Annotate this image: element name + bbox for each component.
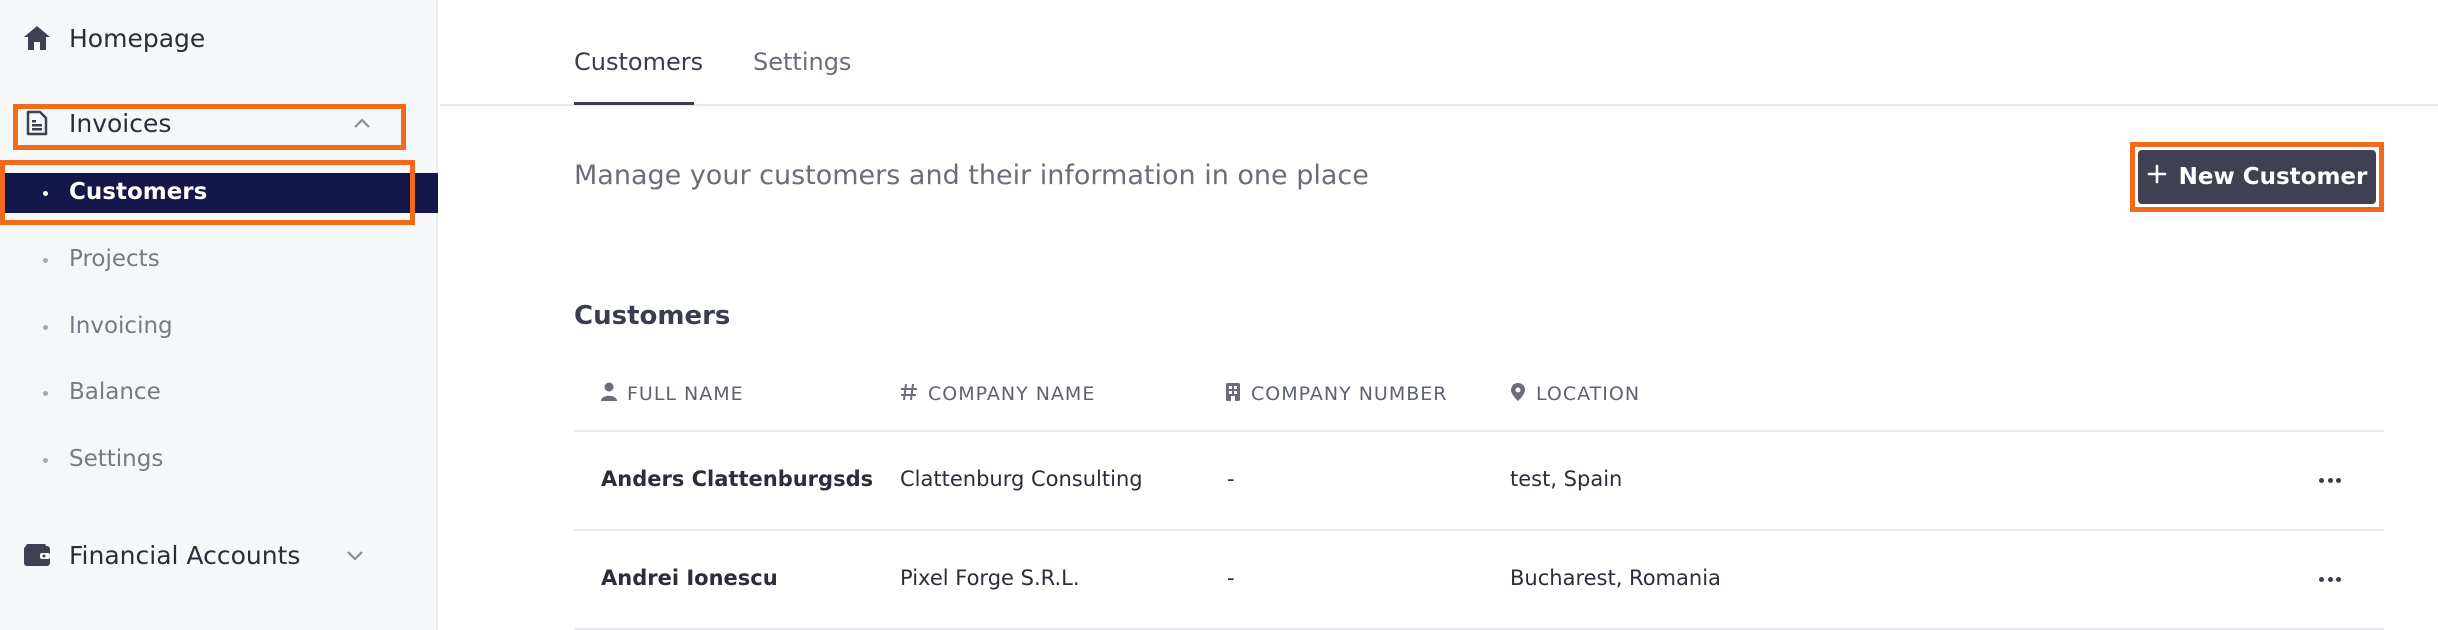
sidebar-item-label: Invoicing — [69, 313, 173, 339]
location-pin-icon — [1510, 382, 1526, 407]
table-header-divider — [574, 430, 2384, 432]
main-content: Customers Settings Manage your customers… — [440, 0, 2438, 630]
sidebar-item-customers[interactable]: Customers — [0, 173, 438, 213]
bullet-icon — [43, 191, 48, 196]
cell-location: test, Spain — [1510, 467, 1623, 491]
column-header-label: COMPANY NAME — [928, 383, 1096, 405]
column-header-location[interactable]: LOCATION — [1510, 380, 1640, 408]
sidebar-item-settings[interactable]: Settings — [0, 440, 438, 480]
more-options-icon[interactable] — [2319, 475, 2341, 485]
bullet-icon — [43, 458, 48, 463]
section-title: Customers — [574, 301, 731, 331]
new-customer-button[interactable]: New Customer — [2138, 150, 2376, 204]
sidebar-item-label: Invoices — [69, 108, 172, 138]
tab-customers[interactable]: Customers — [574, 48, 703, 76]
active-tab-indicator — [574, 102, 694, 105]
column-header-label: LOCATION — [1536, 383, 1641, 405]
tabs-divider — [440, 104, 2438, 106]
sidebar-item-label: Customers — [69, 179, 208, 205]
column-header-label: FULL NAME — [627, 383, 744, 405]
bullet-icon — [43, 325, 48, 330]
sidebar-item-label: Financial Accounts — [69, 540, 301, 570]
sidebar-item-invoicing[interactable]: Invoicing — [0, 307, 438, 347]
cell-location: Bucharest, Romania — [1510, 566, 1721, 590]
bullet-icon — [43, 391, 48, 396]
app-window: Homepage Invoices Customers Projects Inv… — [0, 0, 2438, 630]
sidebar-item-invoices[interactable]: Invoices — [0, 103, 438, 143]
page-subtitle: Manage your customers and their informat… — [574, 160, 1369, 191]
cell-full-name: Anders Clattenburgsds — [601, 467, 874, 491]
cell-company-number: - — [1227, 566, 1235, 590]
sidebar-item-homepage[interactable]: Homepage — [0, 18, 438, 58]
building-icon — [1225, 382, 1241, 407]
wallet-icon — [22, 540, 52, 570]
bullet-icon — [43, 258, 48, 263]
column-header-company-name[interactable]: COMPANY NAME — [900, 380, 1095, 408]
person-icon — [601, 382, 617, 407]
cell-company-name: Clattenburg Consulting — [900, 467, 1143, 491]
sidebar: Homepage Invoices Customers Projects Inv… — [0, 0, 438, 630]
sidebar-item-label: Homepage — [69, 23, 206, 53]
sidebar-item-balance[interactable]: Balance — [0, 373, 438, 413]
highlight-new-customer: New Customer — [2130, 142, 2384, 212]
column-header-label: COMPANY NUMBER — [1251, 383, 1448, 405]
row-divider — [574, 529, 2384, 531]
cell-full-name: Andrei Ionescu — [601, 566, 778, 590]
document-icon — [22, 108, 52, 138]
chevron-down-icon[interactable] — [344, 544, 366, 566]
new-customer-label: New Customer — [2178, 164, 2368, 190]
sidebar-item-projects[interactable]: Projects — [0, 240, 438, 280]
sidebar-item-label: Balance — [69, 379, 161, 405]
home-icon — [22, 23, 52, 53]
chevron-up-icon[interactable] — [351, 112, 373, 134]
sidebar-item-financial-accounts[interactable]: Financial Accounts — [0, 535, 438, 575]
sidebar-item-label: Projects — [69, 246, 160, 272]
tab-settings[interactable]: Settings — [753, 48, 851, 76]
cell-company-name: Pixel Forge S.R.L. — [900, 566, 1080, 590]
sidebar-item-label: Settings — [69, 446, 164, 472]
plus-icon — [2147, 164, 2167, 190]
hash-icon — [900, 383, 918, 406]
column-header-company-number[interactable]: COMPANY NUMBER — [1225, 380, 1447, 408]
cell-company-number: - — [1227, 467, 1235, 491]
more-options-icon[interactable] — [2319, 574, 2341, 584]
column-header-full-name[interactable]: FULL NAME — [601, 380, 744, 408]
